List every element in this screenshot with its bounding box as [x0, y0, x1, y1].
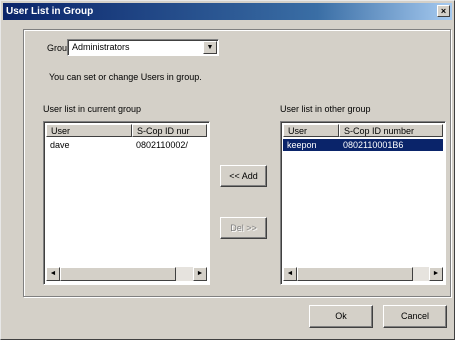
scop-id-cell: 0802110002/ [136, 140, 188, 150]
chevron-down-icon[interactable]: ▼ [203, 41, 217, 54]
column-header-user[interactable]: User [283, 124, 339, 137]
column-header-scop-id[interactable]: S-Cop ID number [339, 124, 443, 137]
table-row[interactable]: keepon 0802110001B6 [283, 139, 443, 151]
group-select-value: Administrators [72, 42, 130, 52]
user-cell: keepon [283, 139, 339, 151]
cancel-button[interactable]: Cancel [383, 305, 447, 328]
scroll-left-icon[interactable]: ◄ [46, 267, 60, 281]
window-title: User List in Group [6, 6, 94, 17]
other-group-listview[interactable]: User S-Cop ID number keepon 0802110001B6… [280, 121, 446, 285]
add-button[interactable]: << Add [220, 165, 267, 187]
other-list-hscrollbar[interactable]: ◄ ► [283, 267, 443, 281]
current-list-hscrollbar[interactable]: ◄ ► [46, 267, 207, 281]
hint-text: You can set or change Users in group. [49, 72, 202, 82]
ok-button[interactable]: Ok [309, 305, 373, 328]
scroll-right-icon[interactable]: ► [193, 267, 207, 281]
del-button[interactable]: Del >> [220, 217, 267, 239]
other-list-header: User S-Cop ID number [283, 124, 443, 137]
scroll-thumb[interactable] [60, 267, 176, 281]
current-list-label: User list in current group [43, 104, 142, 114]
scroll-left-icon[interactable]: ◄ [283, 267, 297, 281]
scroll-thumb[interactable] [297, 267, 413, 281]
column-header-scop-id[interactable]: S-Cop ID nur [132, 124, 207, 137]
scroll-right-icon[interactable]: ► [429, 267, 443, 281]
other-list-label: User list in other group [280, 104, 371, 114]
scop-id-cell: 0802110001B6 [339, 139, 443, 151]
close-icon[interactable]: × [437, 5, 450, 17]
group-select[interactable]: Administrators ▼ [67, 39, 219, 56]
current-group-listview[interactable]: User S-Cop ID nur dave 0802110002/ ◄ ► [43, 121, 210, 285]
column-header-user[interactable]: User [46, 124, 132, 137]
table-row[interactable]: dave 0802110002/ [46, 139, 207, 151]
user-list-dialog: User List in Group × Group: Administrato… [0, 0, 455, 340]
user-cell: dave [50, 140, 70, 150]
title-bar: User List in Group × [3, 3, 452, 20]
current-list-header: User S-Cop ID nur [46, 124, 207, 137]
